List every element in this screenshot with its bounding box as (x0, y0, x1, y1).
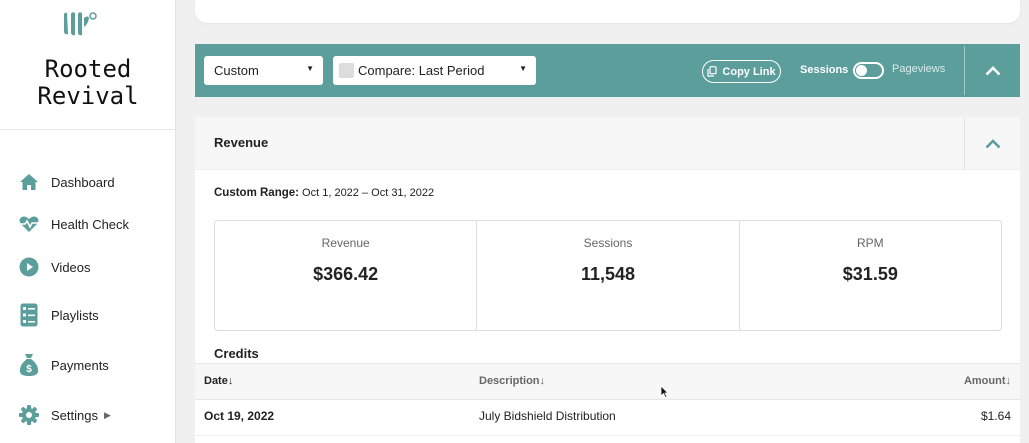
home-icon (18, 171, 40, 193)
stat-label: Revenue (321, 236, 370, 250)
stat-revenue: Revenue $366.42 (215, 221, 478, 330)
mouse-cursor-icon (660, 385, 669, 403)
copy-link-button[interactable]: Copy Link (702, 60, 781, 83)
revenue-panel: Revenue Custom Range: Oct 1, 2022 – Oct … (195, 117, 1020, 443)
revenue-panel-header: Revenue (195, 117, 1020, 170)
sidebar-item-label: Dashboard (51, 174, 115, 190)
stat-label: Sessions (583, 236, 633, 250)
range-value: Oct 1, 2022 – Oct 31, 2022 (302, 187, 435, 199)
list-icon (18, 303, 40, 327)
stat-label: RPM (856, 236, 884, 250)
stat-sessions: Sessions 11,548 (477, 221, 740, 330)
cell-amount: $1.64 (980, 409, 1011, 423)
date-range-value: Custom (214, 63, 259, 78)
cell-description: July Bidshield Distribution (479, 409, 616, 423)
top-card (195, 0, 1020, 23)
cell-date: Oct 19, 2022 (204, 409, 275, 423)
dropdown-arrow-icon: ▼ (306, 64, 314, 73)
toolbar-collapse-button[interactable] (965, 44, 1020, 97)
custom-range: Custom Range: Oct 1, 2022 – Oct 31, 2022 (214, 187, 434, 199)
credits-table-header: Date↓ Description↓ Amount↓ (195, 363, 1020, 400)
money-bag-icon: $ (18, 354, 40, 376)
sidebar-item-label: Payments (51, 357, 109, 373)
gear-icon (18, 404, 40, 426)
sidebar-item-label: Videos (51, 259, 91, 275)
brand-line-1: Rooted (44, 55, 132, 83)
sidebar-item-playlists[interactable]: Playlists (18, 301, 99, 329)
filter-toolbar: Custom ▼ Compare: Last Period ▼ Copy Lin… (195, 44, 1020, 97)
copy-link-label: Copy Link (722, 65, 776, 78)
copy-icon (707, 66, 718, 77)
column-header-description[interactable]: Description↓ (479, 375, 545, 387)
table-row: Oct 19, 2022 July Bidshield Distribution… (195, 400, 1020, 436)
compare-color-swatch (339, 63, 354, 78)
panel-title: Revenue (214, 135, 269, 150)
brand-line-2: Revival (37, 82, 139, 110)
sidebar-item-health-check[interactable]: Health Check (18, 210, 129, 238)
credits-title: Credits (214, 346, 259, 361)
heartbeat-icon (18, 213, 40, 235)
date-range-select[interactable]: Custom ▼ (204, 56, 323, 85)
toggle-knob (856, 65, 867, 76)
compare-select[interactable]: Compare: Last Period ▼ (333, 56, 536, 85)
chevron-up-icon (985, 138, 1000, 148)
caret-right-icon: ▶ (103, 409, 111, 420)
stat-rpm: RPM $31.59 (740, 221, 1001, 330)
column-header-date[interactable]: Date↓ (204, 375, 233, 387)
sidebar-item-settings[interactable]: Settings ▶ (18, 401, 111, 429)
sidebar-item-label: Playlists (51, 307, 99, 323)
svg-text:$: $ (26, 364, 32, 375)
pageviews-toggle-label: Pageviews (892, 63, 946, 75)
stat-value: $31.59 (842, 264, 898, 284)
sidebar-item-dashboard[interactable]: Dashboard (18, 168, 115, 196)
stat-value: $366.42 (313, 264, 379, 284)
sidebar: Rooted Revival Dashboard Health Check Vi… (0, 0, 176, 443)
revenue-collapse-button[interactable] (965, 117, 1020, 170)
stat-value: 11,548 (580, 264, 636, 284)
sidebar-item-label: Health Check (51, 216, 130, 232)
play-circle-icon (18, 256, 40, 278)
column-header-amount[interactable]: Amount↓ (964, 375, 1011, 387)
brand-name[interactable]: Rooted Revival (0, 56, 176, 110)
range-label: Custom Range: (214, 187, 299, 199)
stats-summary: Revenue $366.42 Sessions 11,548 RPM $31.… (214, 220, 1002, 331)
dropdown-arrow-icon: ▼ (519, 64, 527, 73)
chevron-up-icon (985, 65, 1000, 75)
sidebar-item-videos[interactable]: Videos (18, 253, 91, 281)
sessions-toggle-label: Sessions (800, 64, 849, 76)
sessions-pageviews-toggle[interactable] (853, 62, 884, 79)
sidebar-divider (0, 129, 176, 130)
compare-value: Compare: Last Period (358, 63, 485, 78)
sidebar-item-label: Settings (51, 407, 98, 423)
leaf-logo-icon[interactable] (62, 10, 102, 40)
sidebar-item-payments[interactable]: $ Payments (18, 351, 109, 379)
